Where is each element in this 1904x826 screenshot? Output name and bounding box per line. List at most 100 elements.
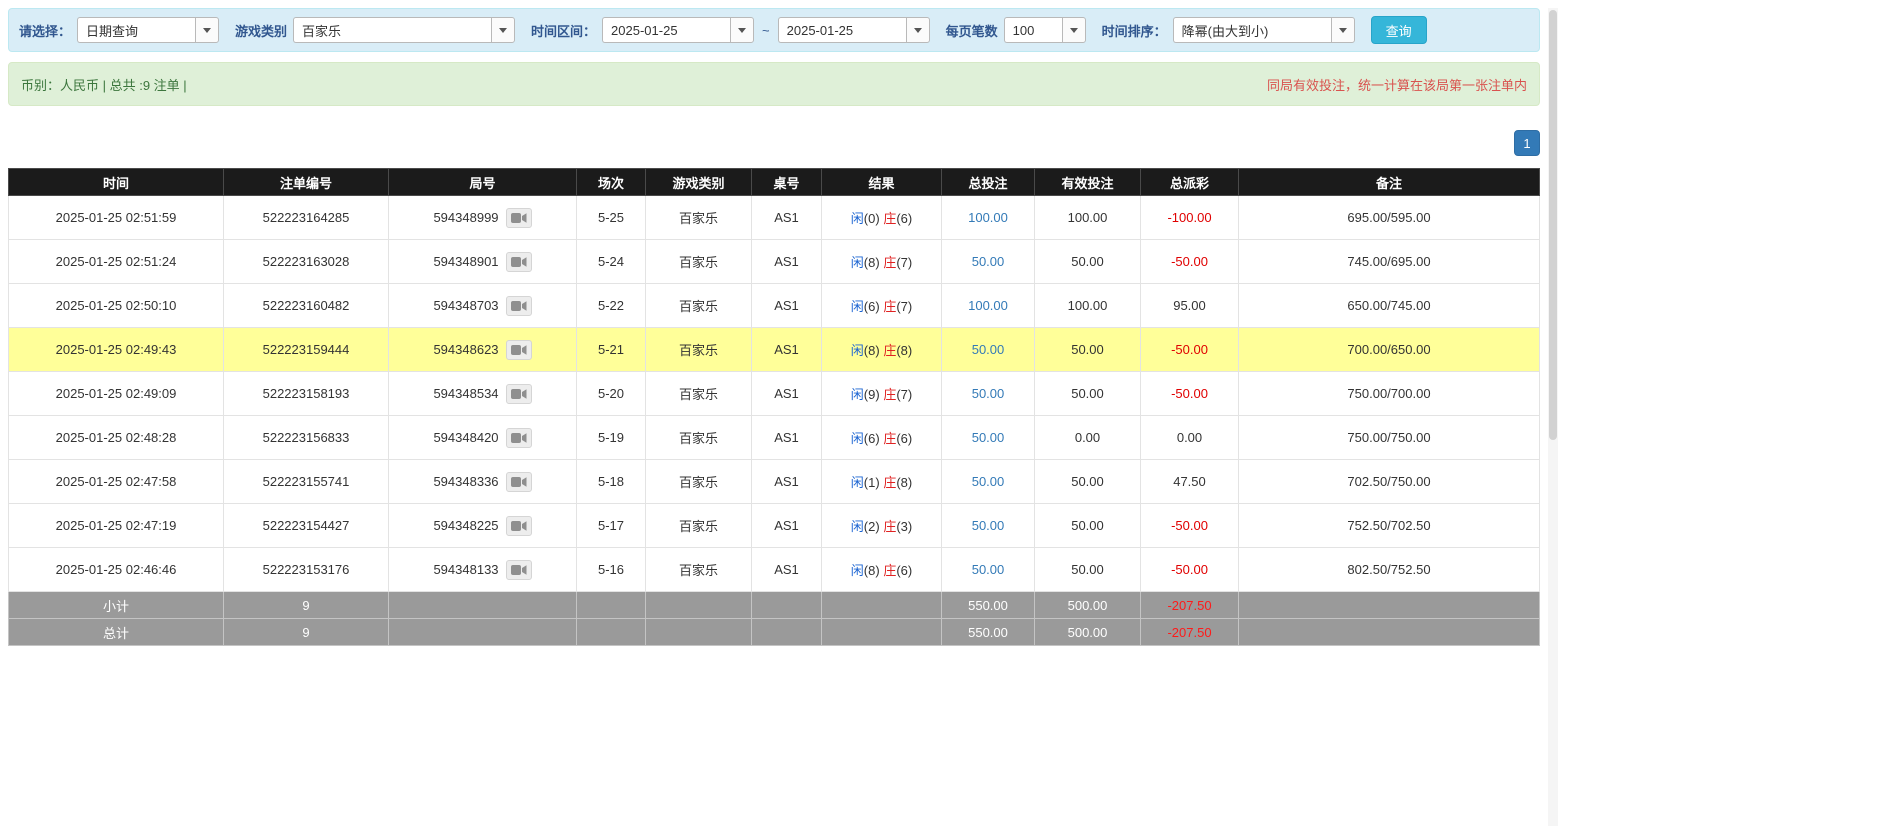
total-bet-cell[interactable]: 100.00 bbox=[941, 195, 1035, 240]
subtotal-row-cell: 9 bbox=[223, 591, 389, 619]
subtotal-row-cell bbox=[388, 591, 577, 619]
result-player-score: (1) bbox=[863, 475, 880, 490]
total-bet-cell[interactable]: 50.00 bbox=[941, 327, 1035, 372]
round-number: 594348901 bbox=[433, 254, 499, 269]
round-number: 594348133 bbox=[433, 562, 499, 577]
table-row: 2025-01-25 02:49:43 522223159444 594348623… bbox=[8, 327, 1540, 372]
table-footer: 小计 9 550.00 500.00 -207.50 总计 9 550.00 500.00 -20… bbox=[8, 591, 1540, 646]
game-category-label: 游戏类别 bbox=[235, 23, 288, 39]
round-cell: 594348901 bbox=[388, 239, 577, 284]
video-camera-icon[interactable] bbox=[505, 471, 532, 492]
result-banker: 庄 bbox=[883, 343, 897, 358]
total-bet-cell[interactable]: 50.00 bbox=[941, 371, 1035, 416]
query-type-dropdown-button[interactable] bbox=[195, 17, 220, 43]
result-player: 闲 bbox=[850, 387, 864, 402]
video-camera-icon[interactable] bbox=[505, 295, 532, 316]
bet-id-cell: 522223164285 bbox=[223, 195, 389, 240]
total-bet-cell[interactable]: 50.00 bbox=[941, 415, 1035, 460]
total-row-cell: -207.50 bbox=[1140, 618, 1239, 646]
query-button[interactable]: 查询 bbox=[1370, 16, 1427, 44]
result-player-score: (6) bbox=[863, 431, 880, 446]
date-from-combo bbox=[602, 17, 755, 43]
date-to-dropdown-button[interactable] bbox=[905, 17, 930, 43]
video-camera-icon[interactable] bbox=[505, 515, 532, 536]
round-number: 594348703 bbox=[433, 298, 499, 313]
valid-bet-cell: 0.00 bbox=[1034, 415, 1141, 460]
table-row: 2025-01-25 02:46:46 522223153176 594348133… bbox=[8, 547, 1540, 592]
game-cell: 百家乐 bbox=[645, 283, 752, 328]
table-body: 2025-01-25 02:51:59 522223164285 594348999… bbox=[8, 195, 1540, 592]
table-row: 2025-01-25 02:51:59 522223164285 594348999… bbox=[8, 195, 1540, 240]
valid-bet-cell: 100.00 bbox=[1034, 195, 1141, 240]
video-camera-icon[interactable] bbox=[505, 427, 532, 448]
time-cell: 2025-01-25 02:47:19 bbox=[8, 503, 224, 548]
remark-cell: 752.50/702.50 bbox=[1238, 503, 1540, 548]
time-sort-dropdown-button[interactable] bbox=[1330, 17, 1355, 43]
valid-bet-cell: 100.00 bbox=[1034, 283, 1141, 328]
scrollbar-thumb[interactable] bbox=[1549, 10, 1557, 440]
video-camera-icon[interactable] bbox=[505, 383, 532, 404]
column-header: 结果 bbox=[821, 168, 942, 196]
round-number: 594348420 bbox=[433, 430, 499, 445]
total-bet-cell[interactable]: 50.00 bbox=[941, 459, 1035, 504]
scrollbar[interactable] bbox=[1548, 8, 1558, 826]
table-no-cell: AS1 bbox=[751, 371, 822, 416]
table-row: 2025-01-25 02:47:58 522223155741 594348336… bbox=[8, 459, 1540, 504]
game-category-dropdown-button[interactable] bbox=[491, 17, 516, 43]
session-cell: 5-21 bbox=[576, 327, 646, 372]
column-header: 总派彩 bbox=[1140, 168, 1239, 196]
session-cell: 5-17 bbox=[576, 503, 646, 548]
filter-bar: 请选择： 游戏类别 时间区间： ~ 每页笔数 时间排序： bbox=[8, 8, 1540, 52]
valid-bet-cell: 50.00 bbox=[1034, 547, 1141, 592]
valid-bet-cell: 50.00 bbox=[1034, 327, 1141, 372]
column-header: 局号 bbox=[388, 168, 577, 196]
round-number: 594348999 bbox=[433, 210, 499, 225]
result-banker-score: (6) bbox=[896, 431, 913, 446]
payout-cell: 95.00 bbox=[1140, 283, 1239, 328]
query-type-input[interactable] bbox=[77, 17, 196, 43]
range-separator: ~ bbox=[762, 22, 770, 38]
game-cell: 百家乐 bbox=[645, 415, 752, 460]
result-player-score: (2) bbox=[863, 519, 880, 534]
result-player: 闲 bbox=[850, 519, 864, 534]
subtotal-row-cell bbox=[576, 591, 646, 619]
page-button-1[interactable]: 1 bbox=[1514, 130, 1540, 156]
video-camera-icon[interactable] bbox=[505, 251, 532, 272]
result-banker-score: (6) bbox=[896, 211, 913, 226]
date-from-dropdown-button[interactable] bbox=[730, 17, 755, 43]
result-cell: 闲(8) 庄(8) bbox=[821, 327, 942, 372]
session-cell: 5-22 bbox=[576, 283, 646, 328]
total-bet-cell[interactable]: 50.00 bbox=[941, 239, 1035, 284]
page-size-input[interactable] bbox=[1003, 17, 1062, 43]
table-row: 2025-01-25 02:47:19 522223154427 594348225… bbox=[8, 503, 1540, 548]
date-to-input[interactable] bbox=[777, 17, 906, 43]
remark-cell: 750.00/750.00 bbox=[1238, 415, 1540, 460]
time-sort-input[interactable] bbox=[1172, 17, 1331, 43]
game-category-combo bbox=[293, 17, 516, 43]
result-cell: 闲(6) 庄(7) bbox=[821, 283, 942, 328]
result-banker-score: (7) bbox=[896, 299, 913, 314]
time-cell: 2025-01-25 02:50:10 bbox=[8, 283, 224, 328]
session-cell: 5-25 bbox=[576, 195, 646, 240]
round-cell: 594348336 bbox=[388, 459, 577, 504]
page-size-dropdown-button[interactable] bbox=[1061, 17, 1086, 43]
result-player: 闲 bbox=[850, 255, 864, 270]
round-number: 594348534 bbox=[433, 386, 499, 401]
game-category-input[interactable] bbox=[293, 17, 492, 43]
payout-cell: 0.00 bbox=[1140, 415, 1239, 460]
video-camera-icon[interactable] bbox=[505, 207, 532, 228]
subtotal-row-cell bbox=[1238, 591, 1540, 619]
result-player: 闲 bbox=[850, 299, 864, 314]
video-camera-icon[interactable] bbox=[505, 339, 532, 360]
time-range-label: 时间区间： bbox=[531, 23, 597, 39]
session-cell: 5-16 bbox=[576, 547, 646, 592]
notice-text: 同局有效投注，统一计算在该局第一张注单内 bbox=[1266, 77, 1527, 93]
total-bet-cell[interactable]: 100.00 bbox=[941, 283, 1035, 328]
total-bet-cell[interactable]: 50.00 bbox=[941, 547, 1035, 592]
bet-id-cell: 522223163028 bbox=[223, 239, 389, 284]
session-cell: 5-24 bbox=[576, 239, 646, 284]
date-from-input[interactable] bbox=[602, 17, 731, 43]
game-cell: 百家乐 bbox=[645, 547, 752, 592]
total-bet-cell[interactable]: 50.00 bbox=[941, 503, 1035, 548]
video-camera-icon[interactable] bbox=[505, 559, 532, 580]
